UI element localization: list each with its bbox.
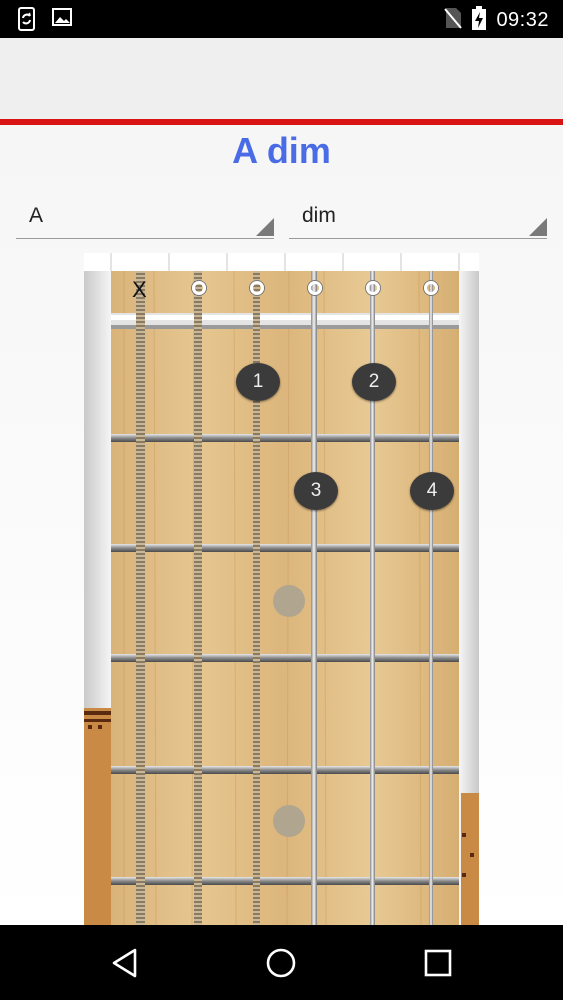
inlay-dot <box>273 805 305 837</box>
no-sim-icon <box>444 6 463 34</box>
open-string-marker <box>250 281 264 295</box>
finger-dot-2: 2 <box>352 363 396 401</box>
open-string-marker <box>308 281 322 295</box>
finger-label: 4 <box>426 480 438 501</box>
open-string-marker <box>192 281 206 295</box>
status-bar: 09:32 <box>0 0 563 38</box>
fretboard-graphic <box>84 253 479 925</box>
dropdown-arrow-icon <box>529 218 547 236</box>
string-6-mute-marker: X <box>132 277 147 302</box>
open-string-marker <box>366 281 380 295</box>
home-icon[interactable] <box>265 947 297 983</box>
navigation-bar <box>0 925 563 1000</box>
image-icon <box>52 7 72 35</box>
finger-label: 2 <box>368 371 380 392</box>
clock-time: 09:32 <box>496 8 549 31</box>
battery-charging-icon <box>472 6 487 34</box>
sync-icon <box>16 7 38 35</box>
finger-label: 3 <box>310 480 322 501</box>
chord-type-value: dim <box>302 204 336 227</box>
chord-title: A dim <box>232 130 331 171</box>
finger-dot-3: 3 <box>294 472 338 510</box>
finger-dot-1: 1 <box>236 363 280 401</box>
back-icon[interactable] <box>110 947 140 983</box>
recents-icon[interactable] <box>424 949 452 981</box>
chord-type-spinner[interactable]: dim <box>289 196 547 239</box>
open-string-marker <box>424 281 438 295</box>
root-note-value: A <box>29 204 44 227</box>
finger-dot-4: 4 <box>410 472 454 510</box>
inlay-dot <box>273 585 305 617</box>
fretboard[interactable]: X 1 2 3 4 <box>84 253 479 925</box>
dropdown-arrow-icon <box>256 218 274 236</box>
finger-label: 1 <box>252 371 264 392</box>
app-bar <box>0 38 563 120</box>
root-note-spinner[interactable]: A <box>16 196 274 239</box>
